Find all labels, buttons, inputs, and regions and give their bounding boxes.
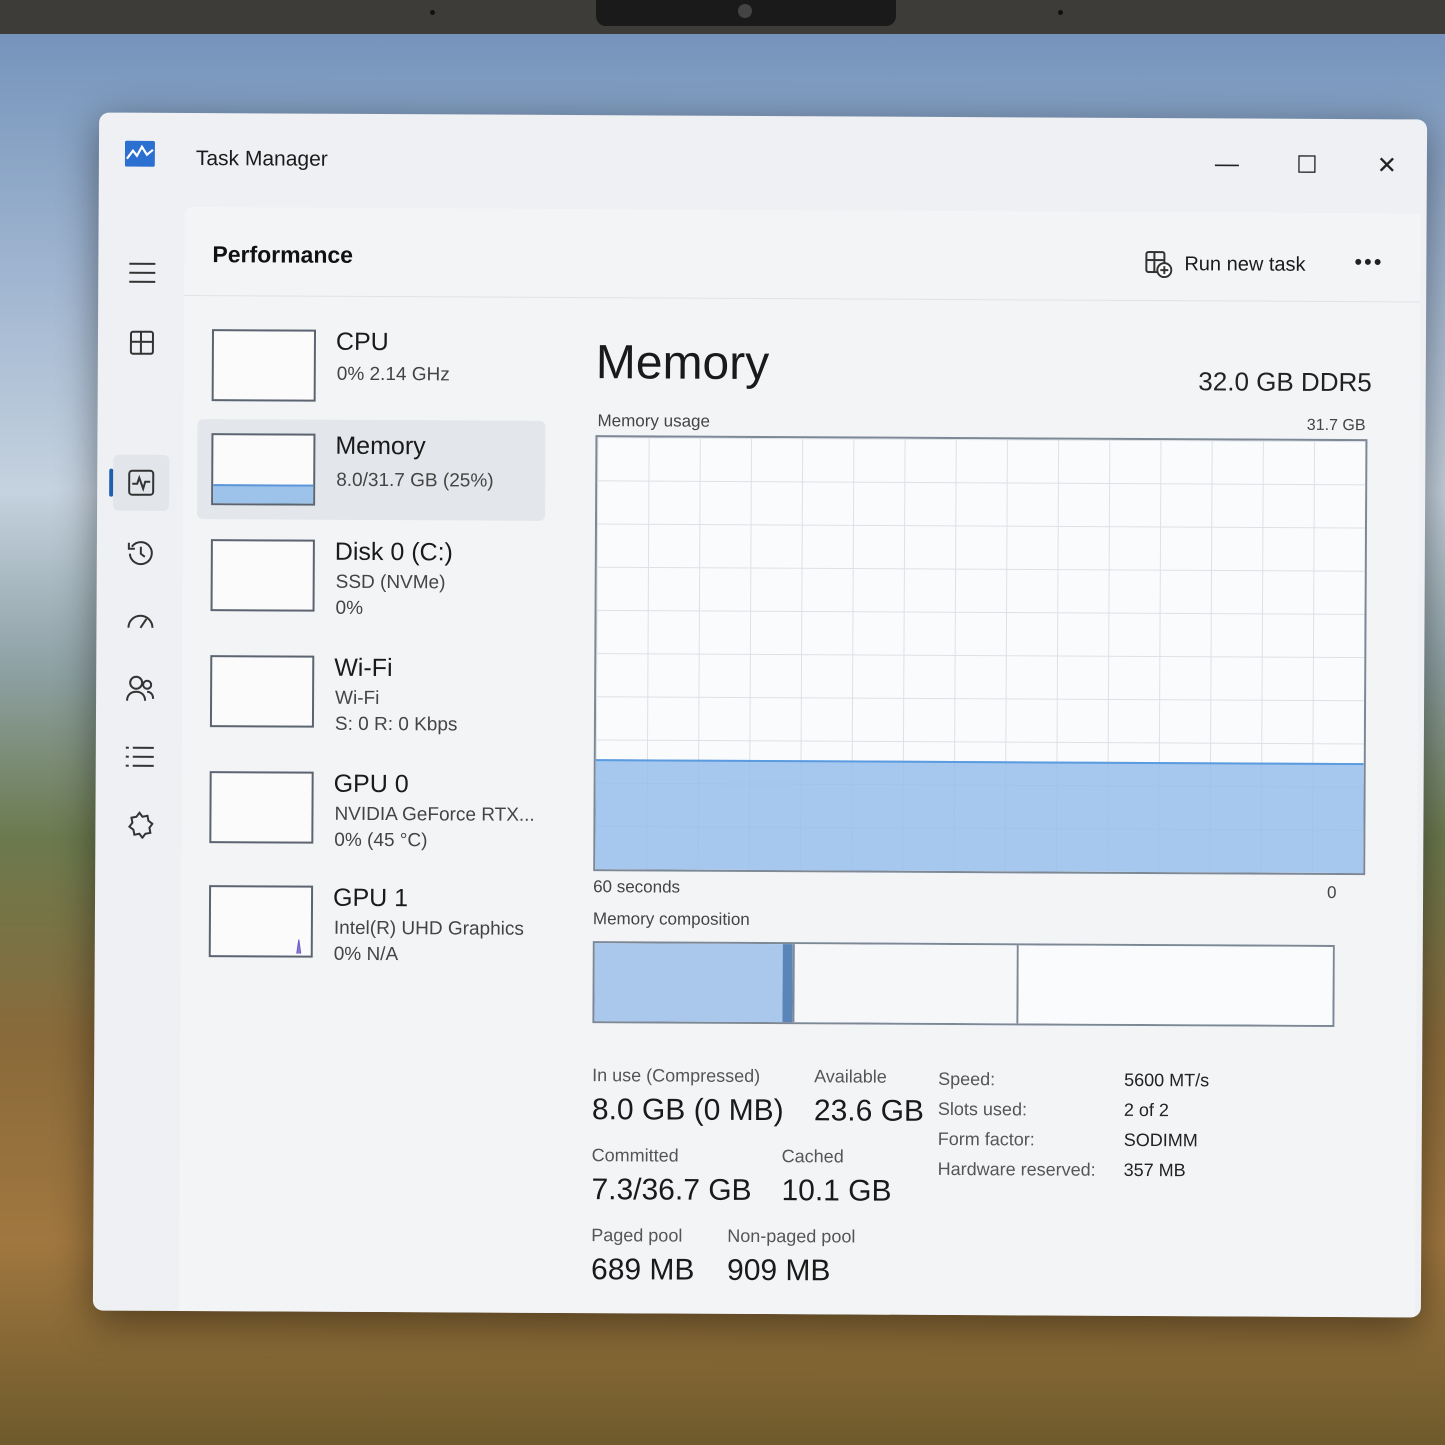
composition-in-use[interactable]	[594, 943, 783, 1023]
resource-detail: 0% N/A	[333, 943, 399, 966]
more-options-button[interactable]: •••	[1354, 249, 1383, 275]
resource-item-disk[interactable]: Disk 0 (C:) SSD (NVMe) 0%	[196, 525, 545, 627]
page-header: Performance Run new task •••	[184, 206, 1421, 303]
run-new-task-label: Run new task	[1184, 252, 1306, 276]
resource-name: GPU 0	[333, 769, 409, 799]
resource-detail: 8.0/31.7 GB (25%)	[336, 469, 494, 492]
resource-detail: Intel(R) UHD Graphics	[333, 917, 524, 940]
resource-item-gpu0[interactable]: GPU 0 NVIDIA GeForce RTX... 0% (45 °C)	[195, 757, 544, 859]
spec-form-factor-key: Form factor:	[937, 1128, 1035, 1150]
cached-value: 10.1 GB	[781, 1174, 892, 1208]
gpu0-thumbnail-graph	[209, 771, 314, 844]
resource-item-gpu1[interactable]: GPU 1 Intel(R) UHD Graphics 0% N/A	[195, 871, 544, 973]
nav-sidebar	[93, 205, 185, 1311]
composition-modified[interactable]	[782, 944, 793, 1023]
resource-name: Disk 0 (C:)	[334, 537, 453, 567]
hamburger-menu-icon[interactable]	[114, 245, 170, 301]
resource-item-memory[interactable]: Memory 8.0/31.7 GB (25%)	[197, 419, 546, 521]
disk-thumbnail-graph	[210, 539, 315, 612]
app-history-icon[interactable]	[113, 525, 169, 581]
performance-icon[interactable]	[113, 454, 170, 511]
memory-detail-panel: Memory 32.0 GB DDR5 Memory usage 31.7 GB…	[591, 317, 1386, 1301]
resource-list: CPU 0% 2.14 GHz Memory 8.0/31.7 GB (25%)…	[197, 315, 548, 965]
minimize-button[interactable]: —	[1195, 136, 1259, 192]
gpu1-thumbnail-graph	[208, 885, 314, 958]
resource-detail: SSD (NVMe)	[335, 571, 446, 594]
cpu-thumbnail-graph	[211, 329, 317, 402]
spec-speed-key: Speed:	[938, 1068, 996, 1090]
graph-time-right: 0	[1327, 882, 1337, 903]
memory-thumbnail-graph	[211, 433, 316, 506]
resource-item-wifi[interactable]: Wi-Fi Wi-Fi S: 0 R: 0 Kbps	[196, 641, 545, 743]
memory-usage-graph	[593, 435, 1368, 876]
memory-composition-label: Memory composition	[592, 909, 750, 929]
details-icon[interactable]	[112, 729, 168, 785]
spec-slots-key: Slots used:	[937, 1098, 1028, 1120]
memory-heading: Memory	[595, 336, 770, 391]
memory-usage-label: Memory usage	[597, 411, 711, 431]
spec-form-factor-value: SODIMM	[1123, 1129, 1198, 1151]
committed-value: 7.3/36.7 GB	[591, 1173, 752, 1207]
composition-standby[interactable]	[792, 944, 1019, 1024]
content-area: Performance Run new task ••• CPU 0% 2.14…	[178, 206, 1421, 1318]
wifi-thumbnail-graph	[209, 655, 315, 728]
webcam	[596, 0, 896, 26]
spec-slots-value: 2 of 2	[1123, 1099, 1170, 1121]
task-manager-app-icon	[124, 140, 155, 167]
title-bar[interactable]: Task Manager — ☐ ✕	[99, 113, 1427, 212]
page-title: Performance	[212, 241, 354, 268]
resource-detail: NVIDIA GeForce RTX...	[334, 803, 535, 826]
resource-detail: Wi-Fi	[335, 687, 380, 710]
memory-usage-max: 31.7 GB	[1306, 416, 1366, 435]
graph-time-left: 60 seconds	[593, 877, 681, 897]
non-paged-pool-label: Non-paged pool	[727, 1225, 856, 1247]
resource-detail: 0%	[335, 597, 364, 619]
paged-pool-label: Paged pool	[591, 1225, 683, 1246]
resource-detail: S: 0 R: 0 Kbps	[334, 713, 458, 736]
available-value: 23.6 GB	[813, 1094, 925, 1128]
spec-hw-reserved-value: 357 MB	[1123, 1159, 1186, 1181]
memory-composition-bar	[592, 941, 1335, 1028]
paged-pool-value: 689 MB	[591, 1253, 695, 1287]
resource-name: Wi-Fi	[334, 653, 393, 683]
resource-name: Memory	[335, 431, 426, 461]
bezel-dot	[430, 10, 435, 15]
gpu1-spike	[296, 939, 302, 954]
spec-hw-reserved-key: Hardware reserved:	[937, 1158, 1096, 1180]
non-paged-pool-value: 909 MB	[727, 1253, 831, 1288]
services-icon[interactable]	[111, 797, 167, 853]
maximize-button[interactable]: ☐	[1275, 137, 1339, 193]
resource-detail: 0% (45 °C)	[334, 829, 428, 852]
window-title: Task Manager	[195, 147, 328, 171]
committed-label: Committed	[591, 1145, 679, 1166]
bezel-dot	[1058, 10, 1063, 15]
run-task-icon	[1145, 251, 1173, 279]
run-new-task-button[interactable]: Run new task	[1144, 250, 1306, 279]
cached-label: Cached	[781, 1146, 844, 1167]
memory-usage-fill	[595, 759, 1364, 874]
resource-name: GPU 1	[332, 883, 409, 913]
close-button[interactable]: ✕	[1355, 137, 1419, 193]
processes-icon[interactable]	[114, 315, 170, 371]
composition-free[interactable]	[1018, 945, 1333, 1026]
spec-speed-value: 5600 MT/s	[1124, 1069, 1210, 1091]
in-use-label: In use (Compressed)	[592, 1065, 761, 1087]
resource-detail: 0% 2.14 GHz	[336, 363, 450, 386]
startup-apps-icon[interactable]	[112, 593, 168, 649]
memory-thumbnail-fill	[213, 484, 314, 504]
users-icon[interactable]	[112, 661, 168, 717]
available-label: Available	[814, 1066, 887, 1087]
task-manager-window: Task Manager — ☐ ✕ Performance Run new t…	[92, 112, 1428, 1318]
monitor-bezel	[0, 0, 1445, 34]
resource-item-cpu[interactable]: CPU 0% 2.14 GHz	[198, 315, 547, 417]
resource-name: CPU	[335, 327, 389, 357]
memory-total: 32.0 GB DDR5	[1198, 366, 1372, 398]
in-use-value: 8.0 GB (0 MB)	[591, 1093, 784, 1128]
